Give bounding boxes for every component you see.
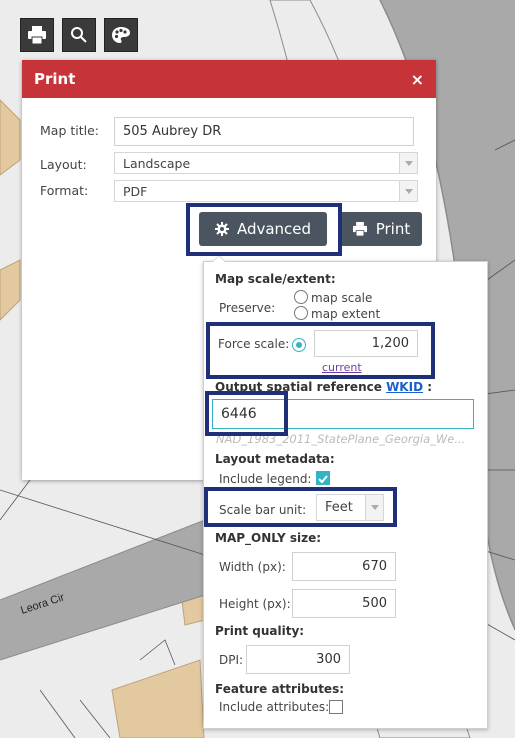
map-toolbar <box>20 18 138 52</box>
layout-select-value: Landscape <box>123 155 191 171</box>
dpi-label: DPI: <box>219 653 244 667</box>
map-title-input[interactable]: 505 Aubrey DR <box>114 117 414 146</box>
current-scale-link[interactable]: current <box>322 361 362 374</box>
close-icon[interactable]: × <box>411 70 424 89</box>
search-tool-button[interactable] <box>62 18 96 52</box>
chevron-down-icon <box>365 495 383 520</box>
height-input[interactable]: 500 <box>292 589 396 618</box>
advanced-button-label: Advanced <box>236 220 312 238</box>
wkid-description: NAD_1983_2011_StatePlane_Georgia_We... <box>216 432 466 446</box>
panel-title: Print <box>34 70 76 88</box>
quality-section-heading: Print quality: <box>215 624 305 638</box>
scalebar-unit-select[interactable]: Feet <box>316 494 384 521</box>
basemap-tool-button[interactable] <box>104 18 138 52</box>
include-attributes-label: Include attributes: <box>219 700 330 714</box>
gear-icon <box>214 222 229 236</box>
layout-label: Layout: <box>40 157 87 172</box>
chevron-down-icon <box>399 153 417 173</box>
width-input[interactable]: 670 <box>292 552 396 581</box>
width-label: Width (px): <box>219 560 286 574</box>
print-icon <box>28 26 46 44</box>
checkmark-icon <box>318 475 328 484</box>
include-attributes-checkbox[interactable] <box>329 700 343 714</box>
mapsize-section-heading: MAP_ONLY size: <box>215 531 322 545</box>
spatial-reference-label: Output spatial reference <box>215 380 382 394</box>
search-icon <box>71 27 87 43</box>
force-scale-input[interactable]: 1,200 <box>314 330 418 357</box>
print-button[interactable]: Print <box>340 212 422 246</box>
preserve-map-extent-radio[interactable] <box>294 306 308 320</box>
print-icon <box>352 222 367 236</box>
print-tool-button[interactable] <box>20 18 54 52</box>
format-select-value: PDF <box>123 183 148 199</box>
metadata-section-heading: Layout metadata: <box>215 452 335 466</box>
height-label: Height (px): <box>219 597 291 611</box>
map-title-label: Map title: <box>40 123 100 138</box>
preserve-map-scale-label: map scale <box>311 291 373 305</box>
dpi-input[interactable]: 300 <box>246 645 350 674</box>
popover-caret <box>212 255 226 262</box>
chevron-down-icon <box>399 181 417 201</box>
preserve-label: Preserve: <box>219 301 276 315</box>
wkid-input[interactable]: 6446 <box>212 399 474 429</box>
include-legend-checkbox[interactable] <box>316 471 330 485</box>
layout-select[interactable]: Landscape <box>114 152 418 174</box>
preserve-map-scale-radio[interactable] <box>294 290 308 304</box>
force-scale-label: Force scale: <box>218 337 290 351</box>
spatial-reference-colon: : <box>427 380 433 394</box>
scalebar-unit-label: Scale bar unit: <box>219 503 307 517</box>
print-panel-header: Print × <box>22 60 436 98</box>
preserve-map-extent-label: map extent <box>311 307 381 321</box>
force-scale-radio[interactable] <box>292 338 306 352</box>
spatial-reference-heading: Output spatial reference WKID : <box>215 380 432 394</box>
format-select[interactable]: PDF <box>114 180 418 202</box>
format-label: Format: <box>40 183 89 198</box>
scale-section-heading: Map scale/extent: <box>215 272 336 286</box>
attributes-section-heading: Feature attributes: <box>215 682 345 696</box>
scalebar-unit-value: Feet <box>325 500 353 515</box>
print-button-label: Print <box>375 220 411 238</box>
palette-icon <box>112 27 130 43</box>
include-legend-label: Include legend: <box>219 472 312 486</box>
advanced-button[interactable]: Advanced <box>199 212 327 246</box>
wkid-link[interactable]: WKID <box>386 380 423 394</box>
